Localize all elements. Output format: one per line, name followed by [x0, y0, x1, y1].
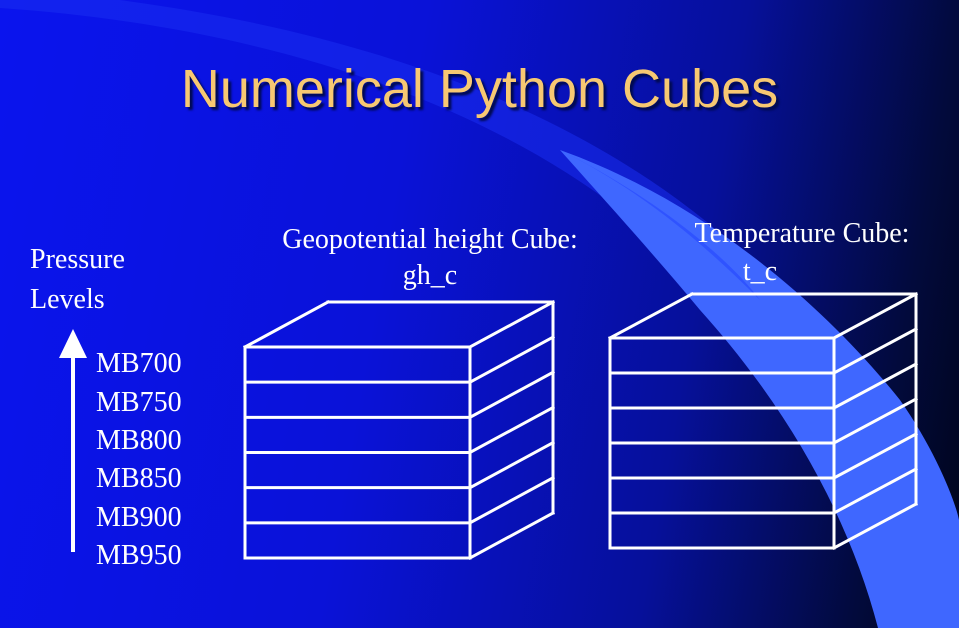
- cube-top-left-edge: [607, 291, 695, 341]
- cube-side-bottom-edge: [467, 510, 556, 561]
- pressure-up-arrow-icon: [59, 329, 87, 552]
- cubes-diagram: [59, 291, 919, 561]
- cube-side-layer-line: [467, 475, 556, 525]
- cube-side-bottom-edge: [831, 501, 919, 551]
- cube-top-left-edge: [242, 299, 331, 350]
- cube-side-layer-line: [831, 431, 919, 481]
- temperature-cube: [607, 291, 919, 551]
- cube-side-layer-line: [467, 370, 556, 420]
- cube-side-layer-line: [467, 335, 556, 385]
- cube-side-layer-line: [831, 396, 919, 446]
- cube-top-right-edge: [467, 299, 556, 350]
- cube-side-layer-line: [831, 326, 919, 376]
- cube-side-layer-line: [831, 361, 919, 411]
- cube-top-right-edge: [831, 291, 919, 341]
- cube-side-layer-line: [467, 440, 556, 490]
- cube-side-layer-line: [831, 466, 919, 516]
- geopotential-height-cube: [242, 299, 556, 561]
- cube-side-layer-line: [467, 405, 556, 455]
